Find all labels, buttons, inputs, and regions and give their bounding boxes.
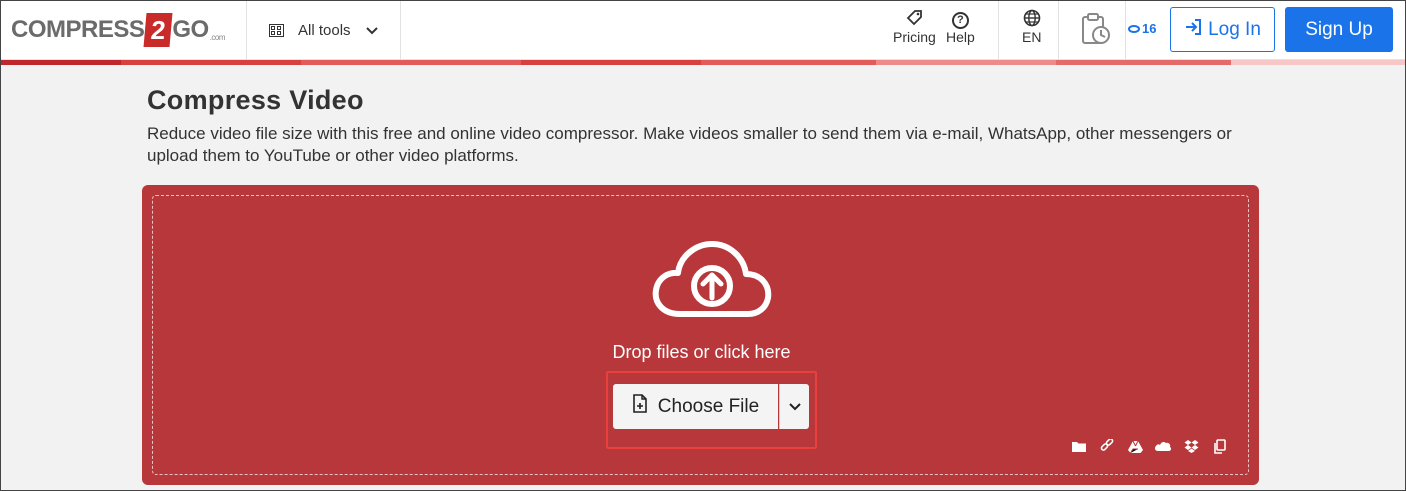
dropbox-icon[interactable] [1182,438,1200,454]
page-title: Compress Video [147,85,364,115]
grid-icon [269,24,284,37]
help-link[interactable]: ? Help [946,9,975,45]
divider [246,1,247,60]
price-tag-icon [905,9,923,29]
link-icon[interactable] [1098,438,1116,454]
cloud-upload-icon [652,241,772,317]
onedrive-icon[interactable] [1154,438,1172,454]
all-tools-menu[interactable]: All tools [269,1,379,60]
login-button[interactable]: Log In [1170,7,1275,52]
progress-stripe [1,60,1405,65]
logo-text-2: 2 [143,13,173,47]
top-header: COMPRESS 2 GO .com All tools Pricing ? H… [1,1,1405,60]
divider [998,1,999,60]
all-tools-label: All tools [298,22,351,39]
google-drive-icon[interactable] [1126,438,1144,454]
signup-label: Sign Up [1305,18,1373,40]
logo-text-compress: COMPRESS [11,16,145,43]
choose-file-button[interactable]: Choose File [613,384,778,429]
logo-text-com: .com [209,32,226,42]
divider [1125,1,1126,60]
language-selector[interactable]: EN [1022,9,1041,45]
language-label: EN [1022,29,1042,45]
logo[interactable]: COMPRESS 2 GO .com [11,10,226,50]
upload-sources [1070,438,1228,454]
globe-icon [1023,9,1041,29]
credits-badge[interactable]: 16 [1128,21,1156,36]
help-icon: ? [951,9,969,29]
coin-icon [1128,24,1140,33]
login-label: Log In [1208,18,1261,40]
clipboard-icon[interactable] [1210,438,1228,454]
divider [400,1,401,60]
choose-file-label: Choose File [657,395,760,417]
file-add-icon [632,394,648,419]
drop-files-text: Drop files or click here [612,342,791,362]
pricing-label: Pricing [893,29,936,45]
upload-dropzone[interactable]: Drop files or click here Choose File [142,185,1259,485]
help-label: Help [946,29,975,45]
logo-text-go: GO [172,16,209,43]
history-clipboard-icon[interactable] [1081,13,1111,47]
pricing-link[interactable]: Pricing [893,9,936,45]
page-description: Reduce video file size with this free an… [147,124,1232,165]
folder-icon[interactable] [1070,438,1088,454]
divider [1058,1,1059,60]
chevron-down-icon [788,398,801,416]
drop-area[interactable]: Drop files or click here Choose File [152,195,1249,475]
sign-in-icon [1184,18,1202,42]
signup-button[interactable]: Sign Up [1285,7,1393,52]
choose-file-dropdown[interactable] [779,384,809,429]
chevron-down-icon [365,23,379,39]
credits-count: 16 [1142,21,1157,36]
